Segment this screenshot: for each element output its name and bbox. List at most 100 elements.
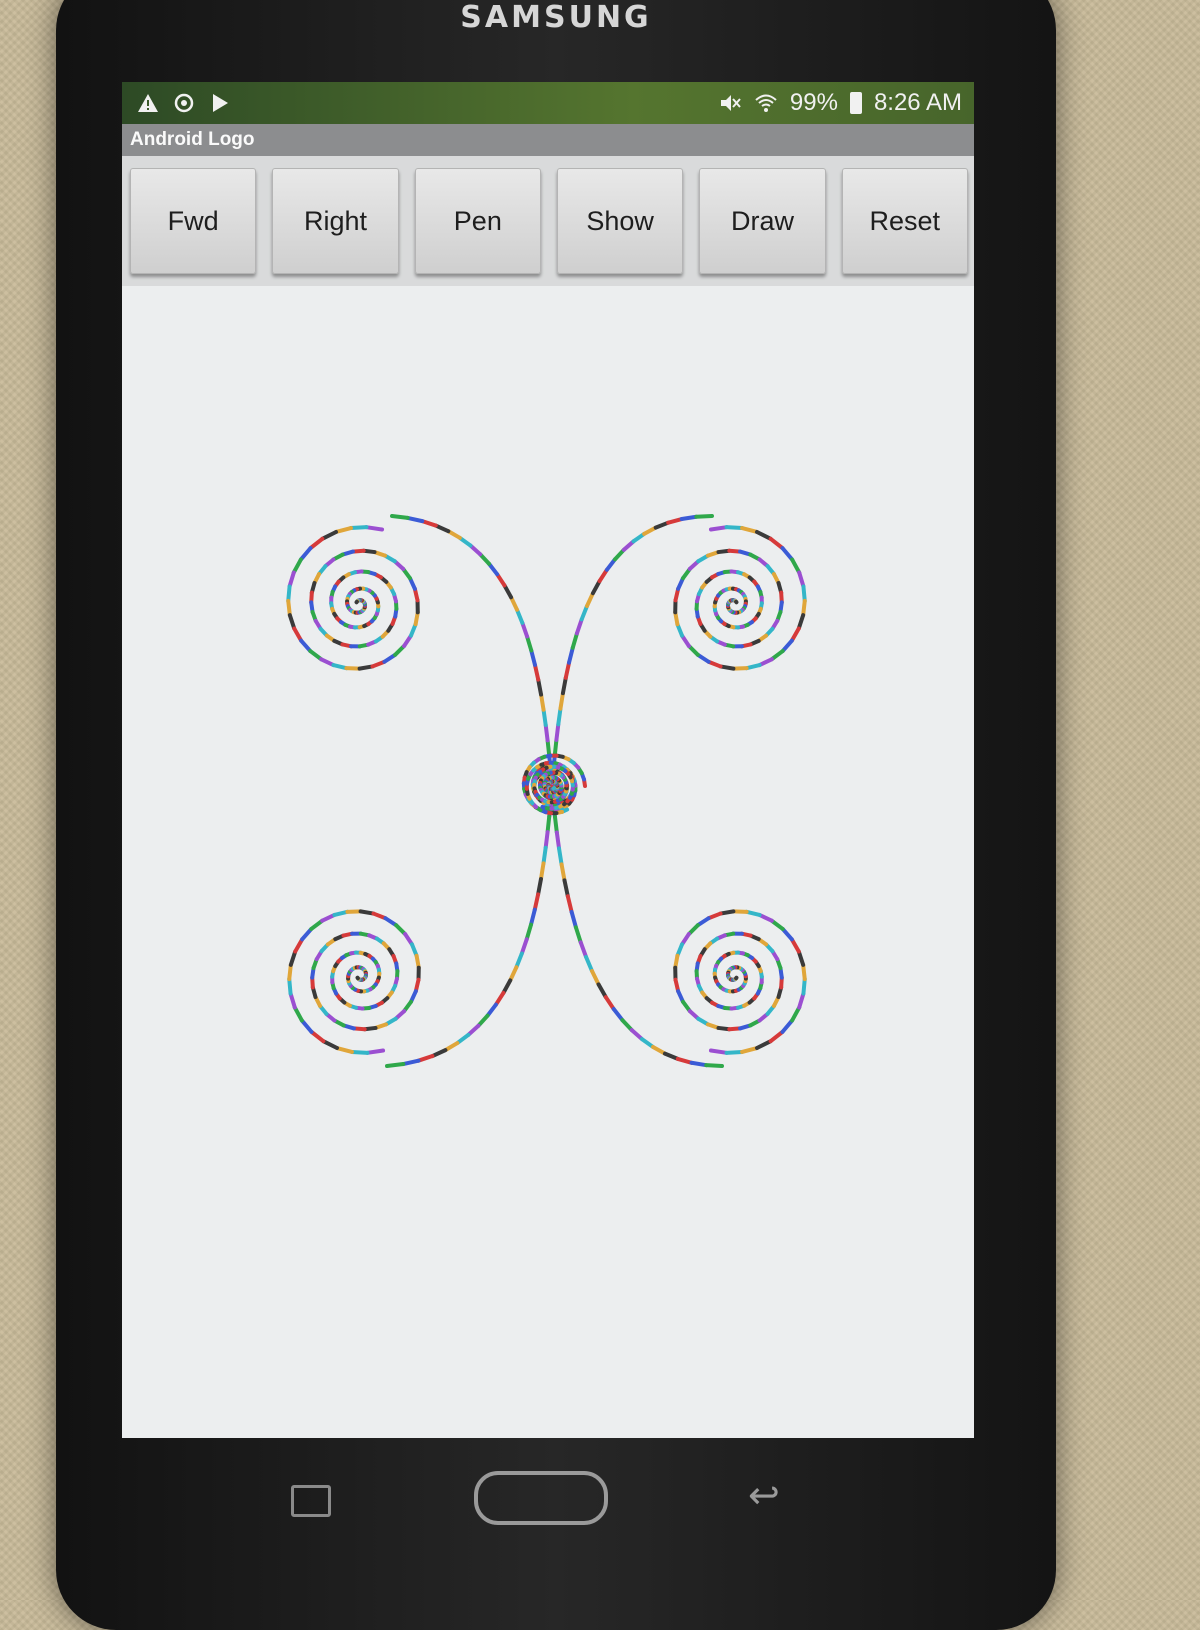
drawing-stroke: [511, 597, 517, 610]
drawing-stroke: [503, 980, 510, 992]
drawing-stroke: [792, 560, 799, 573]
status-system-icons: 99% 8:26 AM: [718, 89, 962, 117]
drawing-stroke: [593, 581, 600, 593]
draw-button[interactable]: Draw: [699, 168, 825, 274]
drawing-stroke: [783, 548, 793, 559]
battery-icon: [850, 92, 862, 114]
drawing-stroke: [558, 709, 560, 725]
drawing-stroke: [632, 1030, 642, 1039]
drawing-stroke: [351, 527, 367, 528]
drawing-stroke: [692, 1063, 707, 1065]
drawing-stroke: [522, 939, 527, 953]
drawing-stroke: [546, 832, 548, 848]
drawing-stroke: [531, 650, 535, 664]
drawing-stroke: [311, 1032, 323, 1041]
drawing-stroke: [614, 1009, 623, 1020]
drawing-stroke: [531, 910, 535, 925]
turtle-drawing: [122, 286, 974, 1438]
drawing-stroke: [504, 585, 511, 597]
drawing-stroke: [445, 1043, 457, 1050]
drawing-stroke: [799, 615, 803, 628]
sync-icon: [172, 91, 196, 115]
drawing-stroke: [586, 957, 592, 971]
drawing-stroke: [310, 539, 322, 548]
drawing-stroke: [322, 915, 334, 921]
home-button[interactable]: [474, 1471, 608, 1525]
mute-icon: [718, 91, 742, 115]
drawing-stroke: [321, 659, 333, 665]
drawing-stroke: [742, 528, 757, 532]
drawing-stroke: [799, 993, 803, 1007]
back-icon[interactable]: ↩: [748, 1473, 780, 1518]
pen-button[interactable]: Pen: [415, 168, 541, 274]
drawing-stroke: [799, 573, 803, 587]
drawing-stroke: [548, 740, 550, 755]
drawing-canvas[interactable]: [122, 286, 974, 1438]
drawing-stroke: [678, 1059, 692, 1063]
reset-button[interactable]: Reset: [842, 168, 968, 274]
drawing-stroke: [302, 929, 311, 939]
drawing-stroke: [577, 619, 582, 633]
recent-apps-icon[interactable]: [291, 1485, 331, 1517]
drawing-stroke: [772, 921, 783, 929]
app-title: Android Logo: [130, 129, 255, 151]
drawing-stroke: [301, 548, 311, 559]
drawing-stroke: [301, 641, 310, 651]
drawing-stroke: [432, 1050, 445, 1056]
drawing-stroke: [295, 939, 302, 951]
drawing-stroke: [572, 912, 576, 927]
drawing-stroke: [569, 648, 573, 663]
drawing-stroke: [727, 527, 743, 528]
drawing-stroke: [541, 863, 544, 879]
drawing-stroke: [642, 1039, 653, 1047]
drawing-stroke: [535, 665, 538, 680]
device-brand: SAMSUNG: [56, 0, 1056, 35]
drawing-stroke: [803, 965, 805, 979]
drawing-stroke: [323, 1041, 337, 1048]
drawing-stroke: [783, 641, 792, 651]
drawing-stroke: [563, 678, 566, 693]
drawing-stroke: [792, 629, 799, 641]
button-toolbar: Fwd Right Pen Show Draw Reset: [122, 156, 974, 286]
drawing-stroke: [566, 663, 569, 678]
drawing-stroke: [600, 570, 607, 581]
drawing-stroke: [497, 574, 504, 585]
drawing-stroke: [548, 817, 550, 833]
drawing-stroke: [582, 606, 587, 619]
drawing-stroke: [295, 1007, 302, 1020]
drawing-stroke: [555, 740, 557, 756]
drawing-stroke: [556, 724, 558, 740]
status-time: 8:26 AM: [874, 89, 962, 117]
warning-icon: [136, 91, 160, 115]
drawing-stroke: [555, 817, 557, 833]
drawing-stroke: [706, 1065, 722, 1066]
drawing-stroke: [291, 951, 295, 964]
drawing-stroke: [771, 1032, 783, 1041]
drawing-stroke: [538, 680, 541, 695]
drawing-stroke: [541, 695, 543, 710]
drawing-stroke: [573, 633, 577, 647]
drawing-stroke: [408, 518, 423, 521]
right-button[interactable]: Right: [272, 168, 398, 274]
drawing-stroke: [668, 519, 682, 523]
drawing-stroke: [535, 894, 538, 909]
drawing-stroke: [803, 587, 804, 601]
drawing-stroke: [560, 693, 562, 709]
drawing-stroke: [544, 710, 546, 725]
drawing-stroke: [711, 527, 727, 529]
drawing-stroke: [290, 615, 294, 628]
drawing-stroke: [760, 659, 772, 665]
show-button[interactable]: Show: [557, 168, 683, 274]
drawing-stroke: [337, 1048, 352, 1052]
drawing-stroke: [559, 848, 562, 864]
drawing-stroke: [290, 573, 294, 587]
drawing-stroke: [747, 912, 760, 915]
tablet-device: SAMSUNG 99%: [56, 0, 1056, 1630]
drawing-stroke: [291, 993, 295, 1007]
drawing-stroke: [656, 523, 669, 528]
drawing-stroke: [289, 979, 290, 993]
fwd-button[interactable]: Fwd: [130, 168, 256, 274]
drawing-stroke: [352, 1052, 368, 1053]
screen: 99% 8:26 AM Android Logo Fwd Right Pen S…: [122, 82, 974, 1438]
drawing-stroke: [510, 967, 516, 980]
